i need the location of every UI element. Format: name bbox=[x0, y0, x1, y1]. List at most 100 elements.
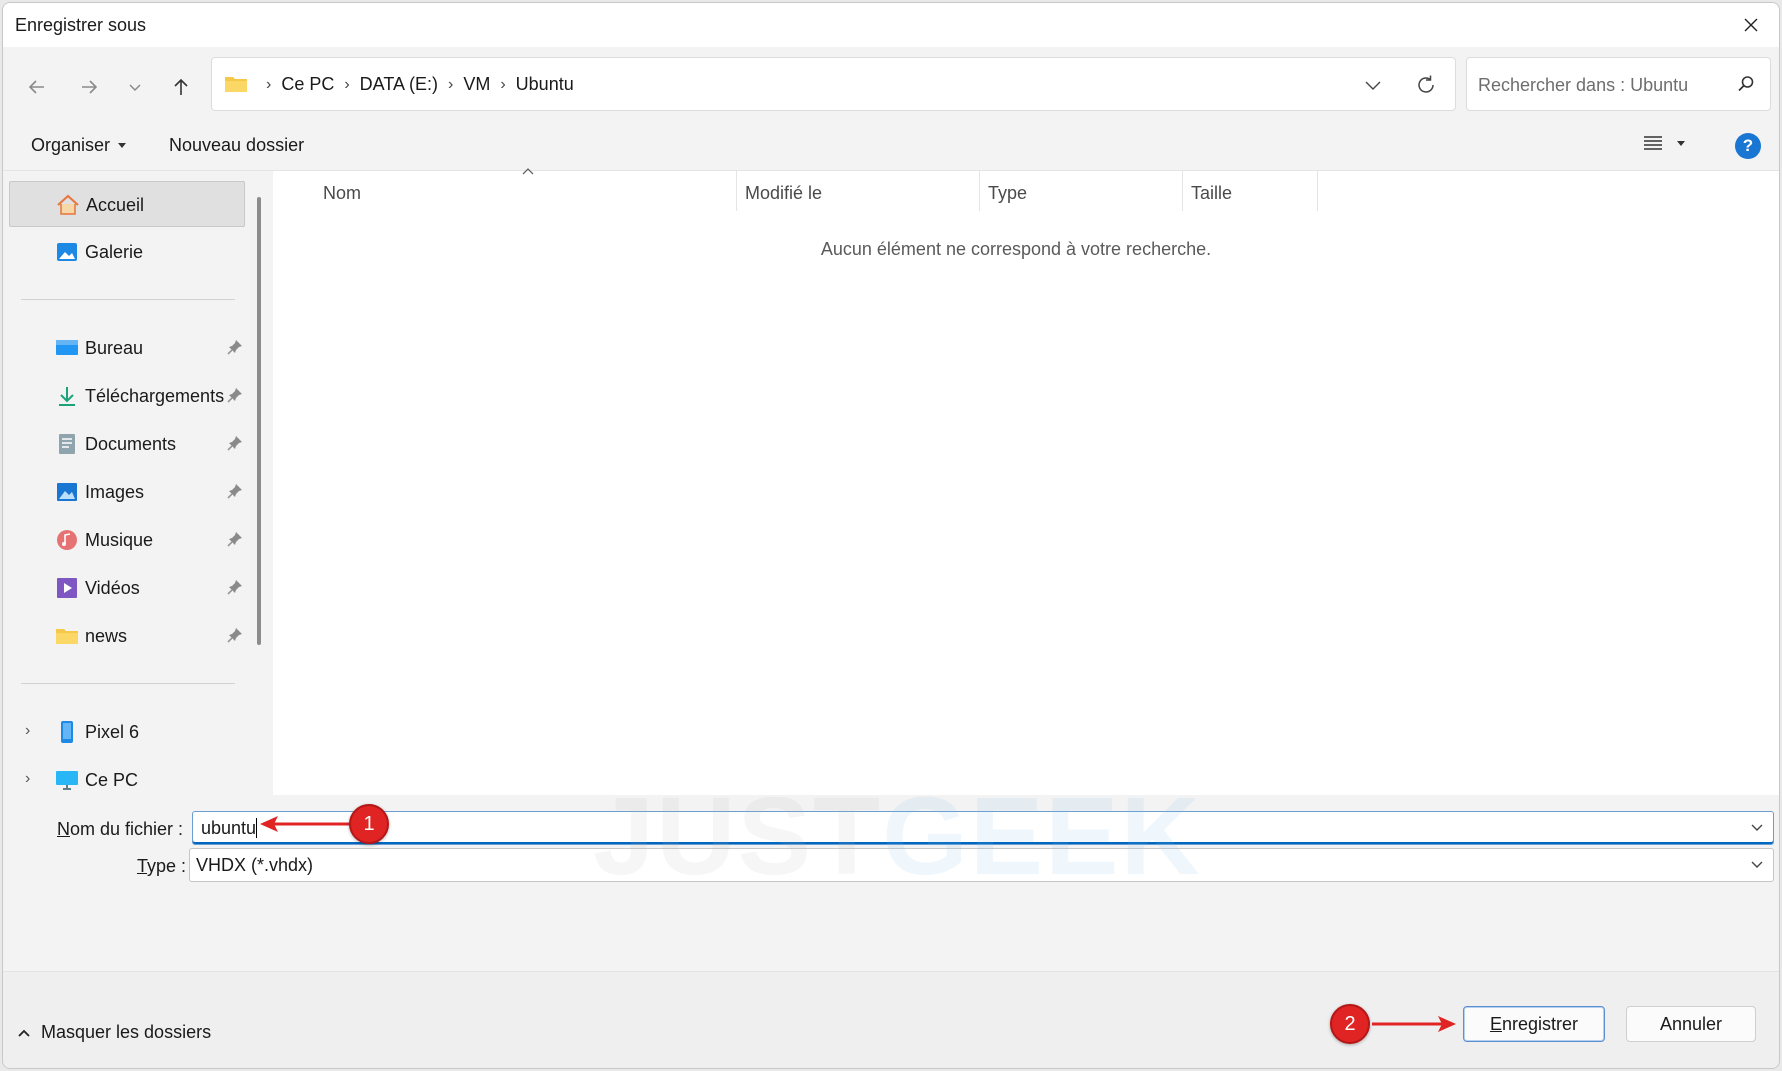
sidebar-divider bbox=[21, 299, 235, 300]
cancel-button[interactable]: Annuler bbox=[1626, 1006, 1756, 1042]
new-folder-label: Nouveau dossier bbox=[169, 135, 305, 155]
sidebar-item-telechargements[interactable]: Téléchargements bbox=[9, 373, 245, 419]
music-icon bbox=[57, 530, 77, 550]
search-icon bbox=[1738, 76, 1754, 92]
sidebar-item-news[interactable]: news bbox=[9, 613, 245, 659]
save-button[interactable]: Enregistrer bbox=[1463, 1006, 1605, 1042]
pin-icon bbox=[227, 436, 242, 451]
chevron-up-icon bbox=[18, 1029, 30, 1037]
command-bar: Organiser Nouveau dossier ? bbox=[3, 121, 1779, 171]
file-list[interactable]: Nom Modifié le Type Taille Aucun élément… bbox=[273, 168, 1779, 795]
address-history-dropdown[interactable] bbox=[1359, 72, 1387, 98]
save-as-dialog: Enregistrer sous › Ce PC › DATA (E:) › V… bbox=[2, 2, 1780, 1069]
save-label-text: nregistrer bbox=[1501, 1013, 1579, 1034]
column-header-modified[interactable]: Modifié le bbox=[737, 171, 980, 211]
pin-icon bbox=[227, 484, 242, 499]
dialog-footer: Masquer les dossiers Enregistrer Annuler bbox=[3, 971, 1779, 1068]
videos-icon bbox=[57, 578, 77, 598]
folder-icon bbox=[225, 77, 247, 92]
folder-icon bbox=[56, 629, 78, 644]
sidebar-scrollbar[interactable] bbox=[257, 197, 261, 645]
chevron-right-icon: › bbox=[266, 75, 272, 93]
annotation-arrow-2 bbox=[1372, 1016, 1456, 1032]
arrow-right-icon bbox=[82, 80, 98, 94]
pin-icon bbox=[227, 628, 242, 643]
window-title: Enregistrer sous bbox=[15, 15, 147, 35]
title-bar: Enregistrer sous bbox=[3, 3, 1779, 47]
column-header-type[interactable]: Type bbox=[980, 171, 1183, 211]
sidebar-item-label: Accueil bbox=[86, 195, 145, 215]
hide-folders-label: Masquer les dossiers bbox=[41, 1022, 212, 1042]
sidebar-item-bureau[interactable]: Bureau bbox=[9, 325, 245, 371]
sidebar-item-pixel-6[interactable]: › Pixel 6 bbox=[9, 709, 245, 755]
sidebar-item-videos[interactable]: Vidéos bbox=[9, 565, 245, 611]
chevron-down-icon[interactable] bbox=[1749, 820, 1765, 834]
annotation-badge-1: 1 bbox=[349, 804, 389, 844]
sidebar-divider bbox=[21, 683, 235, 684]
search-input[interactable]: Rechercher dans : Ubuntu bbox=[1466, 57, 1771, 111]
save-label-mnemonic: E bbox=[1489, 1013, 1502, 1034]
filename-text: ubuntu bbox=[201, 818, 257, 838]
pin-icon bbox=[227, 388, 242, 403]
organize-label: Organiser bbox=[31, 135, 111, 155]
caret-down-icon bbox=[1677, 140, 1685, 146]
breadcrumb-item[interactable]: VM bbox=[457, 74, 496, 95]
sidebar-item-label: Pixel 6 bbox=[85, 722, 140, 742]
help-button[interactable]: ? bbox=[1735, 133, 1761, 159]
arrow-up-icon bbox=[174, 78, 188, 95]
chevron-down-icon bbox=[129, 84, 141, 92]
home-icon bbox=[57, 194, 79, 215]
organize-button[interactable]: Organiser bbox=[31, 135, 127, 156]
pin-icon bbox=[227, 580, 242, 595]
column-header-label: Type bbox=[988, 183, 1028, 203]
up-button[interactable] bbox=[163, 69, 199, 105]
view-options-button[interactable] bbox=[1643, 134, 1685, 152]
back-button[interactable] bbox=[19, 69, 55, 105]
column-header-label: Nom bbox=[323, 183, 362, 203]
chevron-right-icon[interactable]: › bbox=[25, 722, 30, 740]
watermark-text: JUST bbox=[593, 775, 883, 898]
column-header-name[interactable]: Nom bbox=[273, 168, 737, 211]
breadcrumb-item[interactable]: Ce PC bbox=[275, 74, 340, 95]
filename-label-mnemonic: N bbox=[57, 819, 70, 839]
close-button[interactable] bbox=[1723, 3, 1779, 47]
sidebar-item-documents[interactable]: Documents bbox=[9, 421, 245, 467]
gallery-icon bbox=[57, 243, 77, 261]
navigation-pane: Accueil Galerie Bureau Téléchargements D… bbox=[3, 171, 271, 795]
new-folder-button[interactable]: Nouveau dossier bbox=[169, 135, 304, 156]
sidebar-item-label: Musique bbox=[85, 530, 154, 550]
filename-value: ubuntu bbox=[201, 818, 258, 839]
type-label: Type : bbox=[137, 856, 186, 877]
sidebar-item-galerie[interactable]: Galerie bbox=[9, 229, 245, 275]
recent-locations-button[interactable] bbox=[117, 69, 153, 105]
breadcrumb: › Ce PC › DATA (E:) › VM › Ubuntu bbox=[262, 74, 580, 95]
forward-button[interactable] bbox=[71, 69, 107, 105]
sidebar-item-label: Vidéos bbox=[85, 578, 140, 598]
hide-folders-toggle[interactable]: Masquer les dossiers bbox=[17, 1022, 211, 1043]
pin-icon bbox=[227, 340, 242, 355]
address-bar[interactable]: › Ce PC › DATA (E:) › VM › Ubuntu bbox=[211, 57, 1456, 111]
sidebar-item-label: Images bbox=[85, 482, 145, 502]
filename-label: Nom du fichier : bbox=[57, 819, 183, 840]
column-header-size[interactable]: Taille bbox=[1183, 171, 1318, 211]
filename-label-text: om du fichier : bbox=[70, 819, 184, 839]
caret-down-icon bbox=[118, 143, 127, 148]
sidebar-item-images[interactable]: Images bbox=[9, 469, 245, 515]
chevron-right-icon[interactable]: › bbox=[25, 770, 30, 788]
computer-icon bbox=[56, 771, 78, 790]
search-placeholder: Rechercher dans : Ubuntu bbox=[1478, 75, 1689, 95]
images-icon bbox=[57, 483, 77, 501]
documents-icon bbox=[59, 434, 75, 454]
type-label-text: ype : bbox=[147, 856, 187, 876]
sidebar-item-accueil[interactable]: Accueil bbox=[9, 181, 245, 227]
breadcrumb-item[interactable]: DATA (E:) bbox=[354, 74, 444, 95]
column-header-label: Modifié le bbox=[745, 183, 823, 203]
close-icon bbox=[1744, 18, 1758, 32]
refresh-button[interactable] bbox=[1411, 70, 1441, 100]
sidebar-item-musique[interactable]: Musique bbox=[9, 517, 245, 563]
type-label-mnemonic: T bbox=[137, 856, 148, 876]
breadcrumb-item[interactable]: Ubuntu bbox=[510, 74, 580, 95]
sidebar-item-label: Ce PC bbox=[85, 770, 139, 790]
file-type-value: VHDX (*.vhdx) bbox=[196, 855, 314, 875]
sidebar-item-label: Galerie bbox=[85, 242, 144, 262]
